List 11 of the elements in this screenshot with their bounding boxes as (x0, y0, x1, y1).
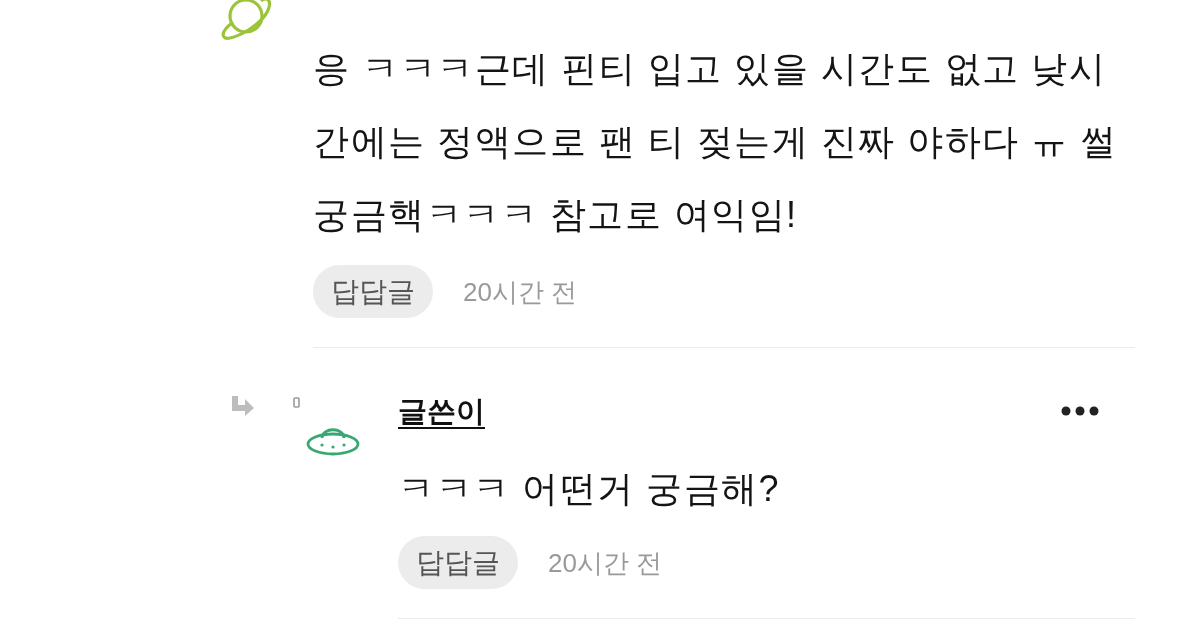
comment-time: 20시간 전 (548, 549, 663, 576)
ufo-avatar-icon (305, 425, 361, 457)
reply-arrow-icon (230, 396, 255, 416)
comment-text: ㅋㅋㅋ 어떤거 궁금해? (398, 467, 782, 511)
small-bar-icon (293, 397, 300, 408)
comment-time: 20시간 전 (463, 278, 578, 305)
more-icon[interactable] (1061, 405, 1099, 417)
comment-text: 응 ㅋㅋㅋ근데 핀티 입고 있을 시간도 없고 낮시간에는 정액으로 팬 티 젖는게 진짜 야하다 ㅠ 썰 궁금핵ㅋㅋㅋ 참고로 여익임! (313, 47, 1119, 237)
author-name[interactable]: 글쓴이 (398, 391, 485, 431)
reply-button[interactable]: 답답글 (398, 536, 518, 589)
reply-button[interactable]: 답답글 (313, 265, 433, 318)
